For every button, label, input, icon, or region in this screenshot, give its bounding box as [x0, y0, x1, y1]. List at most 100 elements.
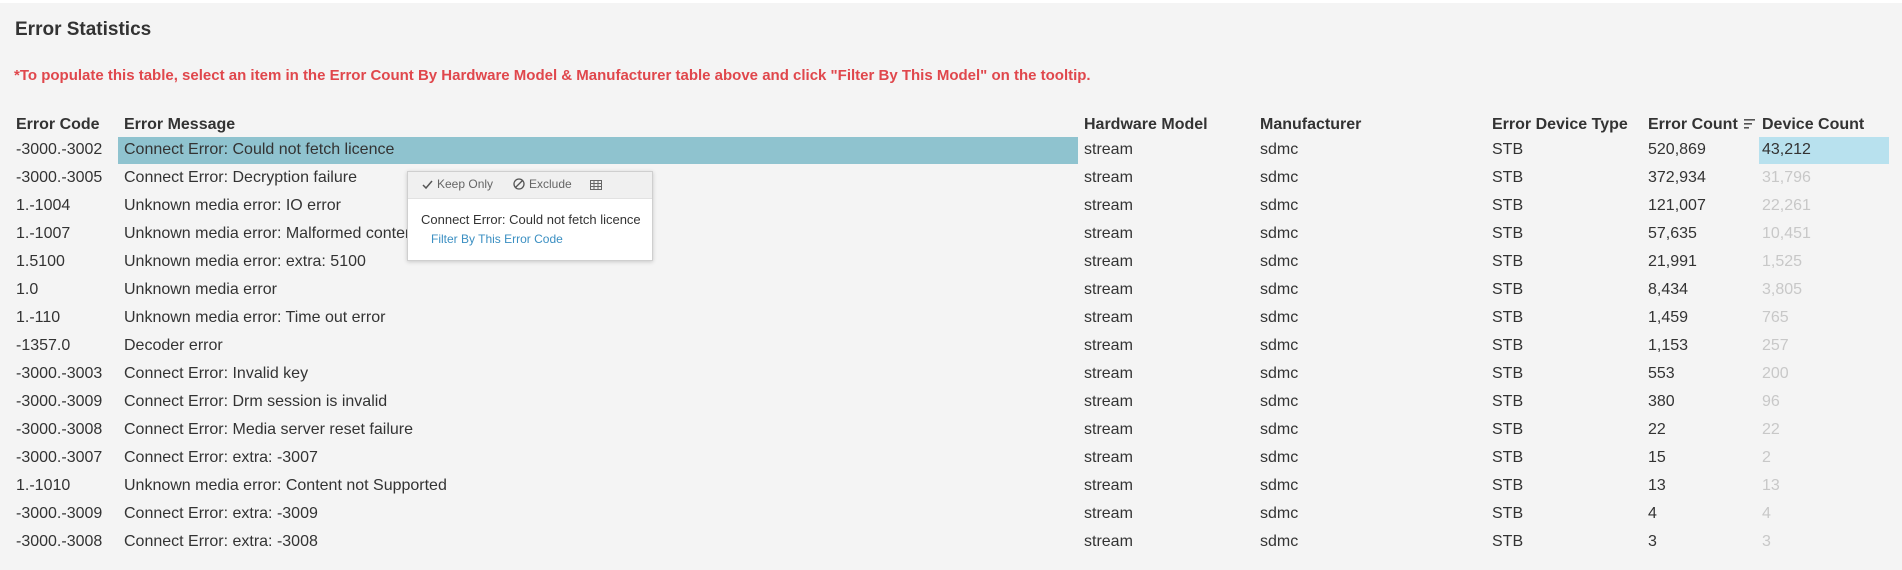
cell-error-device-type[interactable]: STB	[1492, 220, 1523, 248]
cell-hardware-model[interactable]: stream	[1084, 276, 1133, 304]
cell-error-message[interactable]: Connect Error: extra: -3008	[124, 528, 318, 556]
cell-device-count[interactable]: 3,805	[1762, 276, 1802, 304]
cell-hardware-model[interactable]: stream	[1084, 248, 1133, 276]
cell-error-code[interactable]: -3000.-3002	[16, 136, 102, 164]
column-header-manufacturer[interactable]: Manufacturer	[1260, 116, 1361, 134]
cell-manufacturer[interactable]: sdmc	[1260, 360, 1298, 388]
cell-device-count[interactable]: 3	[1762, 528, 1771, 556]
cell-error-count[interactable]: 13	[1648, 472, 1666, 500]
cell-error-code[interactable]: -3000.-3009	[16, 388, 102, 416]
cell-error-count[interactable]: 121,007	[1648, 192, 1706, 220]
column-header-device-count[interactable]: Device Count	[1762, 116, 1864, 134]
cell-error-message[interactable]: Connect Error: Media server reset failur…	[124, 416, 413, 444]
cell-error-device-type[interactable]: STB	[1492, 164, 1523, 192]
cell-manufacturer[interactable]: sdmc	[1260, 220, 1298, 248]
cell-device-count[interactable]: 31,796	[1762, 164, 1811, 192]
cell-error-device-type[interactable]: STB	[1492, 528, 1523, 556]
cell-device-count[interactable]: 13	[1762, 472, 1780, 500]
cell-error-count[interactable]: 380	[1648, 388, 1675, 416]
cell-error-count[interactable]: 22	[1648, 416, 1666, 444]
cell-hardware-model[interactable]: stream	[1084, 500, 1133, 528]
cell-hardware-model[interactable]: stream	[1084, 444, 1133, 472]
cell-device-count[interactable]: 765	[1762, 304, 1789, 332]
cell-error-device-type[interactable]: STB	[1492, 276, 1523, 304]
cell-manufacturer[interactable]: sdmc	[1260, 164, 1298, 192]
column-header-error-message[interactable]: Error Message	[124, 116, 235, 134]
cell-error-code[interactable]: 1.-1007	[16, 220, 70, 248]
cell-error-code[interactable]: -3000.-3009	[16, 500, 102, 528]
cell-device-count[interactable]: 4	[1762, 500, 1771, 528]
cell-device-count[interactable]: 22	[1762, 416, 1780, 444]
cell-error-count[interactable]: 1,459	[1648, 304, 1688, 332]
cell-hardware-model[interactable]: stream	[1084, 192, 1133, 220]
cell-error-device-type[interactable]: STB	[1492, 444, 1523, 472]
cell-error-device-type[interactable]: STB	[1492, 500, 1523, 528]
cell-hardware-model[interactable]: stream	[1084, 360, 1133, 388]
cell-manufacturer[interactable]: sdmc	[1260, 416, 1298, 444]
cell-error-count[interactable]: 57,635	[1648, 220, 1697, 248]
cell-error-code[interactable]: -3000.-3008	[16, 416, 102, 444]
cell-manufacturer[interactable]: sdmc	[1260, 136, 1298, 164]
cell-error-message[interactable]: Unknown media error: extra: 5100	[124, 248, 366, 276]
column-header-error-code[interactable]: Error Code	[16, 116, 100, 134]
cell-error-code[interactable]: 1.-1010	[16, 472, 70, 500]
cell-error-device-type[interactable]: STB	[1492, 472, 1523, 500]
cell-error-message[interactable]: Connect Error: Invalid key	[124, 360, 308, 388]
cell-hardware-model[interactable]: stream	[1084, 220, 1133, 248]
cell-device-count[interactable]: 10,451	[1762, 220, 1811, 248]
cell-error-message[interactable]: Connect Error: extra: -3007	[124, 444, 318, 472]
cell-error-code[interactable]: 1.0	[16, 276, 38, 304]
cell-hardware-model[interactable]: stream	[1084, 472, 1133, 500]
cell-manufacturer[interactable]: sdmc	[1260, 304, 1298, 332]
cell-error-count[interactable]: 8,434	[1648, 276, 1688, 304]
cell-error-count[interactable]: 15	[1648, 444, 1666, 472]
column-header-error-count[interactable]: Error Count	[1648, 116, 1756, 134]
cell-error-message[interactable]: Unknown media error: IO error	[124, 192, 341, 220]
exclude-button[interactable]: Exclude	[513, 177, 572, 191]
cell-device-count[interactable]: 257	[1762, 332, 1789, 360]
cell-error-code[interactable]: 1.-110	[16, 304, 60, 332]
cell-error-count[interactable]: 1,153	[1648, 332, 1688, 360]
cell-manufacturer[interactable]: sdmc	[1260, 472, 1298, 500]
cell-device-count[interactable]: 200	[1762, 360, 1789, 388]
cell-error-message[interactable]: Connect Error: extra: -3009	[124, 500, 318, 528]
cell-error-count[interactable]: 21,991	[1648, 248, 1697, 276]
cell-device-count[interactable]: 22,261	[1762, 192, 1811, 220]
cell-error-count[interactable]: 3	[1648, 528, 1657, 556]
cell-error-device-type[interactable]: STB	[1492, 388, 1523, 416]
cell-device-count[interactable]: 43,212	[1762, 136, 1811, 164]
cell-manufacturer[interactable]: sdmc	[1260, 528, 1298, 556]
cell-hardware-model[interactable]: stream	[1084, 528, 1133, 556]
cell-error-device-type[interactable]: STB	[1492, 416, 1523, 444]
column-header-hardware-model[interactable]: Hardware Model	[1084, 116, 1208, 134]
cell-hardware-model[interactable]: stream	[1084, 136, 1133, 164]
cell-manufacturer[interactable]: sdmc	[1260, 332, 1298, 360]
cell-error-code[interactable]: -3000.-3007	[16, 444, 102, 472]
cell-error-count[interactable]: 4	[1648, 500, 1657, 528]
cell-error-code[interactable]: 1.-1004	[16, 192, 70, 220]
cell-error-device-type[interactable]: STB	[1492, 304, 1523, 332]
cell-hardware-model[interactable]: stream	[1084, 388, 1133, 416]
cell-hardware-model[interactable]: stream	[1084, 332, 1133, 360]
cell-error-code[interactable]: -3000.-3008	[16, 528, 102, 556]
cell-error-code[interactable]: -3000.-3003	[16, 360, 102, 388]
filter-by-error-code-link[interactable]: Filter By This Error Code	[431, 232, 563, 246]
cell-hardware-model[interactable]: stream	[1084, 304, 1133, 332]
cell-error-device-type[interactable]: STB	[1492, 248, 1523, 276]
cell-error-message[interactable]: Decoder error	[124, 332, 223, 360]
cell-error-message[interactable]: Unknown media error: Time out error	[124, 304, 385, 332]
cell-error-message[interactable]: Connect Error: Decryption failure	[124, 164, 357, 192]
cell-error-message[interactable]: Unknown media error: Content not Support…	[124, 472, 447, 500]
cell-manufacturer[interactable]: sdmc	[1260, 500, 1298, 528]
cell-device-count[interactable]: 2	[1762, 444, 1771, 472]
cell-error-code[interactable]: -3000.-3005	[16, 164, 102, 192]
cell-error-device-type[interactable]: STB	[1492, 332, 1523, 360]
cell-error-code[interactable]: -1357.0	[16, 332, 70, 360]
cell-manufacturer[interactable]: sdmc	[1260, 248, 1298, 276]
cell-hardware-model[interactable]: stream	[1084, 416, 1133, 444]
cell-error-device-type[interactable]: STB	[1492, 136, 1523, 164]
cell-error-device-type[interactable]: STB	[1492, 192, 1523, 220]
cell-error-message[interactable]: Connect Error: Could not fetch licence	[124, 136, 394, 164]
cell-device-count[interactable]: 1,525	[1762, 248, 1802, 276]
column-header-error-device-type[interactable]: Error Device Type	[1492, 116, 1628, 134]
